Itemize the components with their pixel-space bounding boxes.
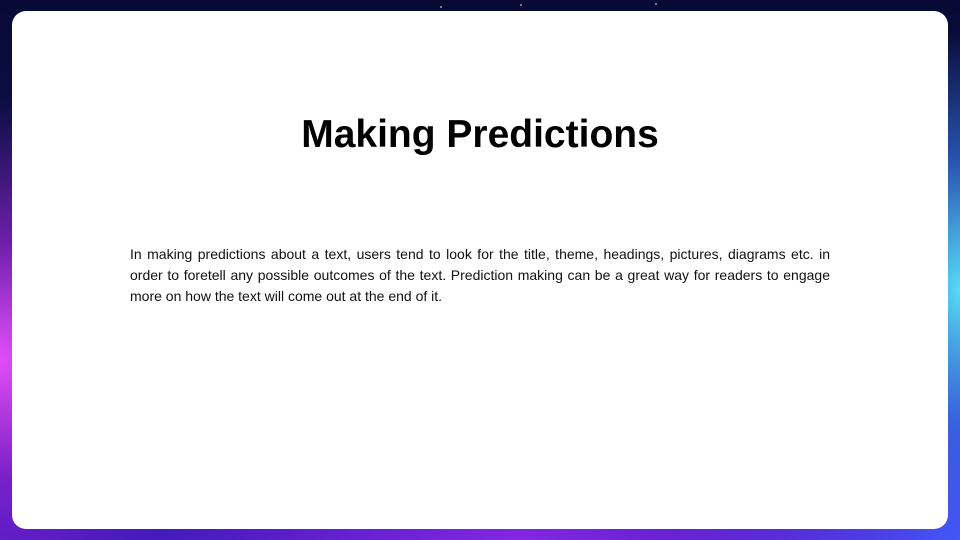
slide-title: Making Predictions [301, 113, 659, 156]
background-star [520, 4, 522, 6]
slide-body-text: In making predictions about a text, user… [130, 246, 830, 304]
background-star [440, 6, 442, 8]
slide-card: Making Predictions In making predictions… [12, 11, 948, 529]
background-star [655, 3, 657, 5]
